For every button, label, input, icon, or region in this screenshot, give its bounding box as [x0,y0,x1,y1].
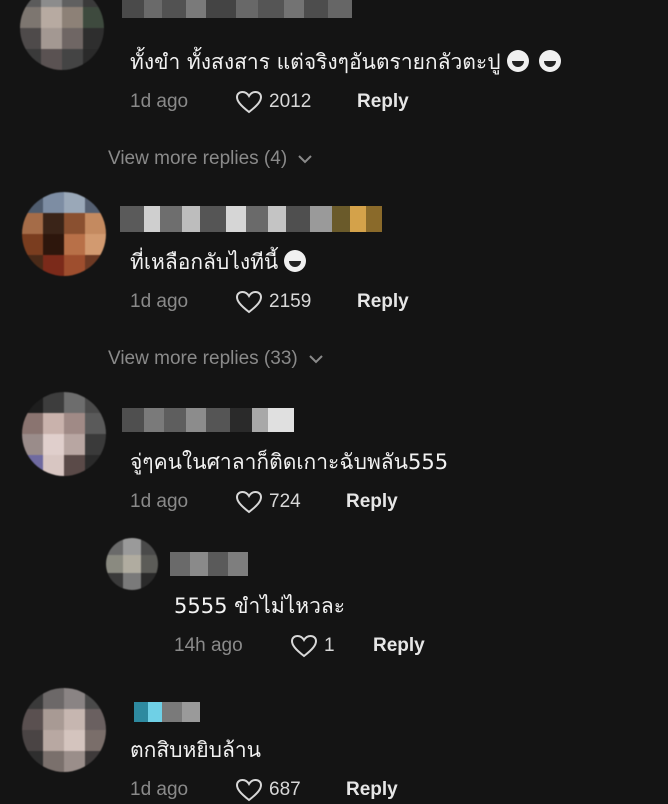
reply-button[interactable]: Reply [346,779,398,801]
like-button[interactable]: 2159 [235,290,357,314]
grin-tears-icon [284,250,307,272]
chevron-down-icon [309,355,323,364]
reply-button[interactable]: Reply [373,635,425,657]
heart-outline-icon [235,778,263,802]
username-blurred[interactable] [122,0,352,18]
like-button[interactable]: 687 [235,778,346,802]
chevron-down-icon [298,155,312,164]
comment-meta: 1d ago 2159 Reply [130,290,409,314]
comment-meta: 1d ago 724 Reply [130,490,398,514]
avatar[interactable] [22,392,106,476]
username-blurred[interactable] [120,206,382,232]
comment-meta: 14h ago 1 Reply [174,634,425,658]
grin-tears-icon [538,50,561,72]
username-blurred[interactable] [122,408,294,432]
comment-meta: 1d ago 687 Reply [130,778,398,802]
reply-button[interactable]: Reply [346,491,398,513]
grin-tears-icon [506,50,529,72]
avatar[interactable] [20,0,104,70]
view-more-replies[interactable]: View more replies (4) [108,148,313,170]
avatar[interactable] [22,688,106,772]
like-count: 724 [269,491,301,512]
reply-button[interactable]: Reply [357,91,409,113]
comment-text: ตกสิบหยิบล้าน [130,738,261,762]
comment-time: 1d ago [130,491,189,512]
like-button[interactable]: 1 [290,634,373,658]
comment-text: จู่ๆคนในศาลาก็ติดเกาะฉับพลัน555 [130,450,449,474]
like-count: 687 [269,779,301,800]
reply-button[interactable]: Reply [357,291,409,313]
comment-time: 1d ago [130,779,189,800]
comment-time: 1d ago [130,291,189,312]
heart-outline-icon [235,90,263,114]
comment-time: 14h ago [174,635,243,656]
comment-time: 1d ago [130,91,189,112]
avatar[interactable] [106,538,158,590]
heart-outline-icon [235,290,263,314]
comment-meta: 1d ago 2012 Reply [130,90,409,114]
comment-text: ทั้งขำ ทั้งสงสาร แต่จริงๆอันตรายกลัวตะปู [130,46,561,79]
username-blurred[interactable] [170,552,248,576]
like-count: 2012 [269,91,312,112]
like-count: 1 [324,635,335,656]
comment-text: 5555 ขำไม่ไหวละ [174,594,346,618]
view-more-replies[interactable]: View more replies (33) [108,348,324,370]
like-button[interactable]: 724 [235,490,346,514]
username-blurred[interactable] [134,702,200,722]
avatar[interactable] [22,192,106,276]
comment-text: ที่เหลือกลับไงทีนี้ [130,246,307,279]
like-button[interactable]: 2012 [235,90,357,114]
like-count: 2159 [269,291,312,312]
view-more-label: View more replies (4) [108,148,288,169]
heart-outline-icon [235,490,263,514]
view-more-label: View more replies (33) [108,348,298,369]
heart-outline-icon [290,634,318,658]
